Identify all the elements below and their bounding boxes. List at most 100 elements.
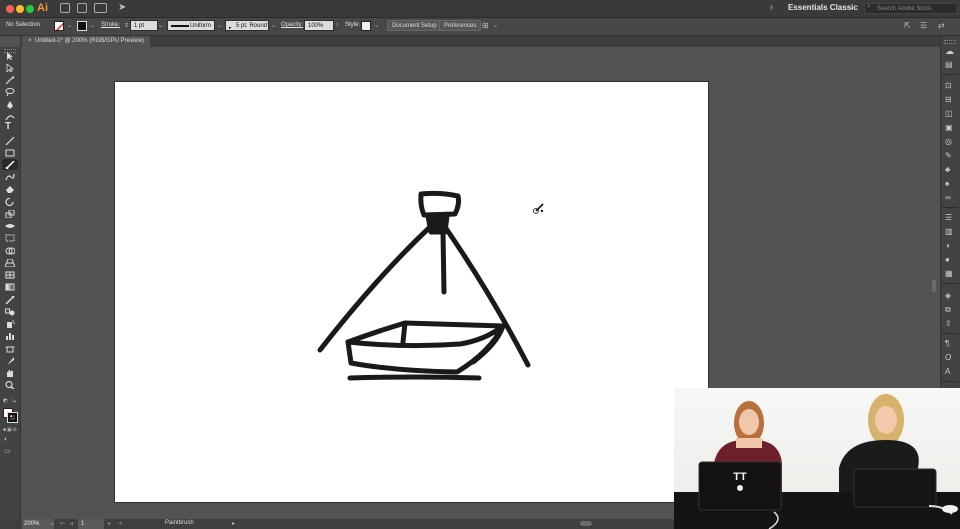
stroke-swatch[interactable] xyxy=(77,21,87,31)
chevron-right-icon[interactable]: › xyxy=(336,22,338,28)
search-input[interactable]: Search Adobe Stock xyxy=(864,3,958,14)
eraser-tool-icon[interactable] xyxy=(5,185,15,193)
arrange-icon[interactable]: ⇄ xyxy=(938,21,945,30)
column-graph-tool-icon[interactable] xyxy=(5,332,15,340)
zoom-tool-icon[interactable] xyxy=(5,381,15,389)
lightbulb-icon[interactable]: ♁ xyxy=(768,2,775,12)
document-tab[interactable]: × Untitled-1* @ 200% (RGB/GPU Preview) xyxy=(22,36,150,47)
magic-wand-tool-icon[interactable] xyxy=(5,76,15,84)
window-minimize-button[interactable] xyxy=(16,5,24,13)
document-setup-button[interactable]: Document Setup xyxy=(387,20,442,31)
slice-tool-icon[interactable] xyxy=(5,357,15,365)
chevron-down-icon[interactable]: ⌄ xyxy=(374,22,379,29)
links-panel-icon[interactable]: ∞ xyxy=(945,194,955,202)
fill-none-swatch[interactable] xyxy=(54,21,64,31)
shaper-tool-icon[interactable] xyxy=(5,173,15,181)
width-tool-icon[interactable] xyxy=(5,222,15,230)
gradient-tool-icon[interactable] xyxy=(5,283,15,291)
curvature-tool-icon[interactable] xyxy=(5,113,15,121)
lasso-tool-icon[interactable] xyxy=(5,88,15,96)
horizontal-scrollbar-thumb[interactable] xyxy=(580,521,592,526)
swap-colors-icon[interactable]: ⤿ xyxy=(12,398,16,404)
last-artboard-icon[interactable]: ⇥ xyxy=(117,520,122,527)
free-transform-tool-icon[interactable] xyxy=(5,234,15,242)
properties-panel-icon[interactable]: ▤ xyxy=(945,61,955,69)
arrange-documents-icon[interactable] xyxy=(94,3,107,13)
stepper-icon[interactable]: ⇕ xyxy=(124,22,129,29)
libraries-panel-icon[interactable]: ☁ xyxy=(945,47,955,56)
line-segment-tool-icon[interactable] xyxy=(5,137,15,145)
shape-builder-tool-icon[interactable] xyxy=(5,247,15,255)
drawing-mode-icon[interactable]: ◐ xyxy=(4,436,8,443)
panel-menu-icon[interactable]: ☰ xyxy=(920,21,927,30)
artboard-tool-icon[interactable] xyxy=(5,345,15,353)
chevron-down-icon[interactable]: ⌄ xyxy=(67,22,72,29)
layers-panel-icon[interactable]: ◈ xyxy=(945,292,955,300)
opacity-label[interactable]: Opacity: xyxy=(281,22,303,28)
hand-tool-icon[interactable] xyxy=(5,369,15,377)
color-guide-panel-icon[interactable]: ▦ xyxy=(945,270,955,278)
pathfinder-panel-icon[interactable]: ◫ xyxy=(945,110,955,118)
rotate-tool-icon[interactable] xyxy=(5,198,15,206)
chevron-down-icon[interactable]: ⌄ xyxy=(493,22,498,29)
opentype-panel-icon[interactable]: O xyxy=(945,354,955,362)
symbols-panel-icon[interactable]: ♣ xyxy=(945,166,955,174)
vertical-scrollbar-thumb[interactable] xyxy=(932,280,936,292)
eyedropper-tool-icon[interactable] xyxy=(5,296,15,304)
paragraph-panel-icon[interactable]: ¶ xyxy=(945,340,955,348)
default-colors-icon[interactable]: ◩ xyxy=(3,398,8,404)
stroke-color-swatch[interactable] xyxy=(7,412,18,423)
bridge-icon[interactable] xyxy=(60,3,70,13)
artboards-panel-icon[interactable]: ⧉ xyxy=(945,306,955,314)
first-artboard-icon[interactable]: ⇤ xyxy=(60,520,65,527)
chevron-down-icon[interactable]: ⌄ xyxy=(271,22,276,29)
chevron-down-icon[interactable]: ⌄ xyxy=(217,22,222,29)
chevron-down-icon[interactable]: ⌄ xyxy=(158,22,163,29)
gpu-performance-icon[interactable]: ➤ xyxy=(118,2,126,13)
character-panel-icon[interactable]: A xyxy=(945,368,955,376)
grip-icon[interactable] xyxy=(944,40,956,44)
next-artboard-icon[interactable]: ▸ xyxy=(108,520,111,527)
symbol-sprayer-tool-icon[interactable] xyxy=(5,320,15,328)
paintbrush-tool-icon[interactable] xyxy=(5,161,15,169)
blend-tool-icon[interactable] xyxy=(5,308,15,316)
window-zoom-button[interactable] xyxy=(26,5,34,13)
window-close-button[interactable] xyxy=(6,5,14,13)
gradient-panel-icon[interactable]: ▥ xyxy=(945,228,955,236)
variable-width-profile-select[interactable]: Uniform xyxy=(167,20,215,31)
align-options-icon[interactable]: ⊞ xyxy=(482,21,489,30)
chevron-down-icon[interactable]: ⌄ xyxy=(90,22,95,29)
opacity-field[interactable]: 100% xyxy=(304,20,334,31)
color-gradient-none-icon[interactable]: ■▣⊘ xyxy=(3,427,18,433)
artboard[interactable] xyxy=(115,82,708,502)
stock-icon[interactable] xyxy=(77,3,87,13)
screen-mode-icon[interactable]: ▭ xyxy=(4,447,11,455)
scale-tool-icon[interactable] xyxy=(5,210,15,218)
appearance-panel-icon[interactable]: ▣ xyxy=(945,124,955,132)
swatches-panel-icon[interactable]: ♠ xyxy=(945,180,955,188)
type-tool-icon[interactable]: T xyxy=(5,122,15,132)
transform-icon[interactable]: ⇱ xyxy=(904,21,911,30)
color-panel-icon[interactable]: ● xyxy=(945,256,955,264)
align-panel-icon[interactable]: ⊟ xyxy=(945,96,955,104)
brush-definition-select[interactable]: ▸ 5 pt. Round xyxy=(225,20,269,31)
stroke-label[interactable]: Stroke: xyxy=(101,22,120,28)
previous-artboard-icon[interactable]: ◂ xyxy=(70,520,73,527)
direct-selection-tool-icon[interactable] xyxy=(5,64,15,72)
artboard-number-field[interactable]: 1 xyxy=(78,519,104,529)
transparency-panel-icon[interactable]: ◑ xyxy=(945,242,955,250)
brushes-panel-icon[interactable]: ✎ xyxy=(945,152,955,160)
selection-tool-icon[interactable] xyxy=(5,52,15,60)
asset-export-panel-icon[interactable]: ⇪ xyxy=(945,320,955,328)
rectangle-tool-icon[interactable] xyxy=(5,149,15,157)
graphic-style-swatch[interactable] xyxy=(361,21,371,31)
chevron-right-icon[interactable]: ▸ xyxy=(232,520,235,527)
perspective-grid-tool-icon[interactable] xyxy=(5,259,15,267)
pen-tool-icon[interactable] xyxy=(5,101,15,109)
transform-panel-icon[interactable]: ⊡ xyxy=(945,82,955,90)
preferences-button[interactable]: Preferences xyxy=(439,20,482,31)
graphic-styles-panel-icon[interactable]: ◎ xyxy=(945,138,955,146)
stroke-weight-field[interactable]: 1 pt xyxy=(130,20,158,31)
close-icon[interactable]: × xyxy=(28,38,32,44)
stroke-panel-icon[interactable]: ☰ xyxy=(945,214,955,222)
